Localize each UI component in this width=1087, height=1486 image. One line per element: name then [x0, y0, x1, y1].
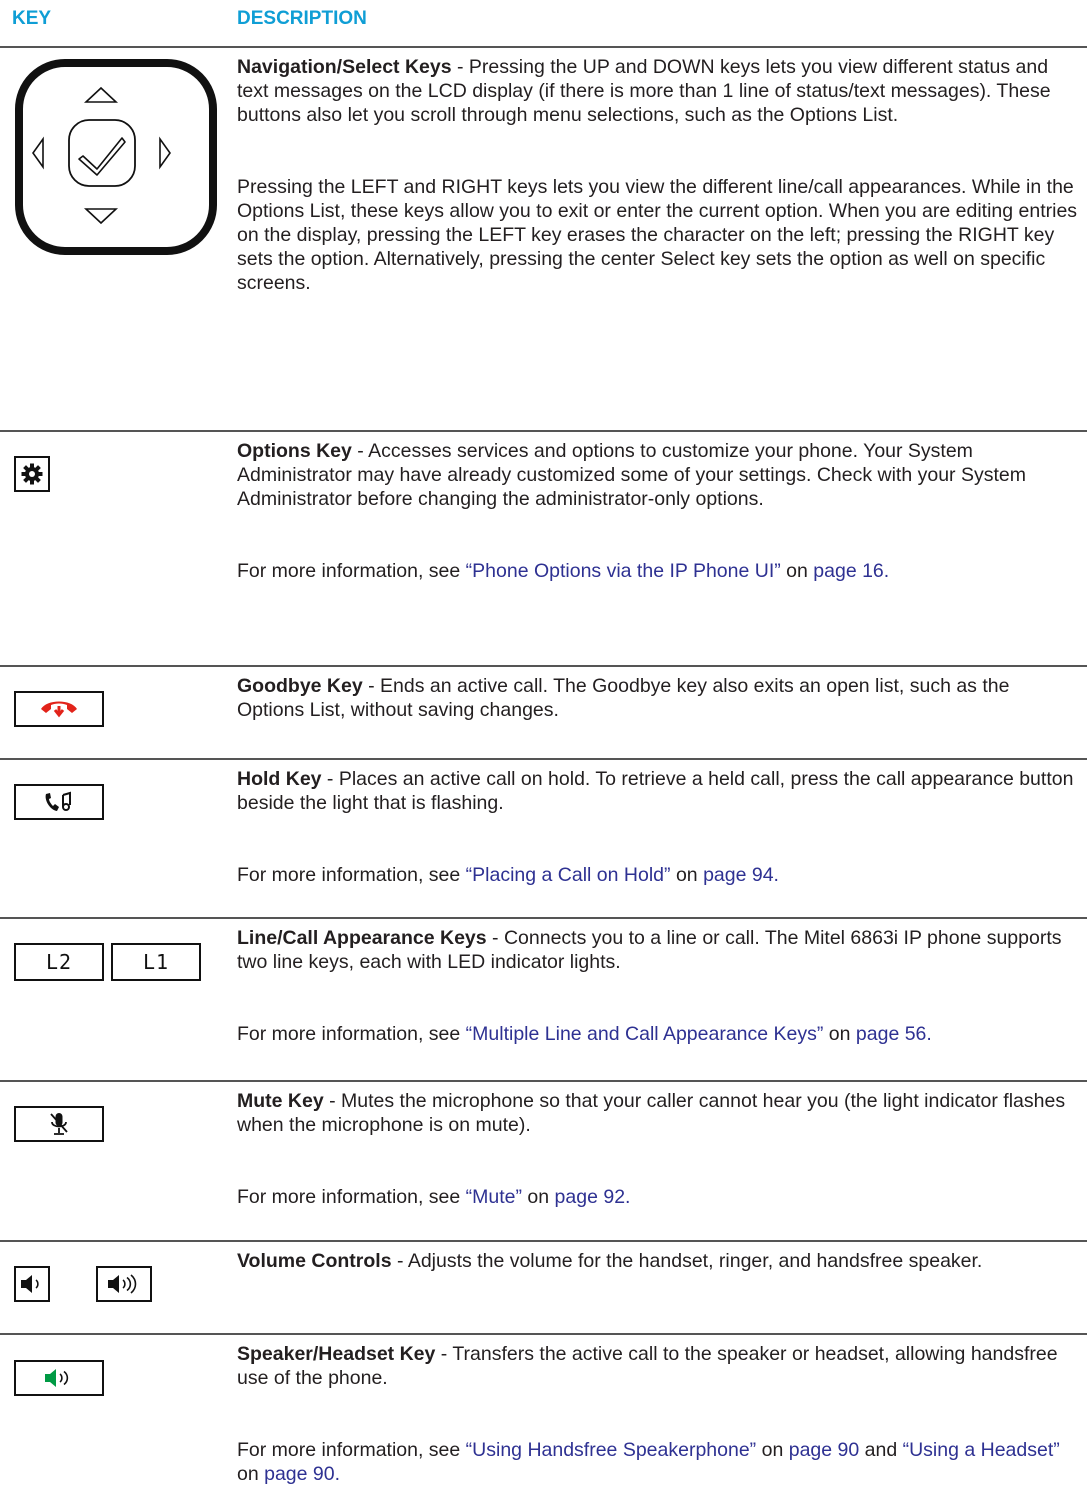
- row-title: Mute Key: [237, 1090, 324, 1112]
- table-row: Goodbye Key - Ends an active call. The G…: [0, 665, 1087, 758]
- hold-icon: [45, 791, 71, 811]
- table-row: Volume Controls - Adjusts the volume for…: [0, 1240, 1087, 1333]
- key-column-header: KEY: [12, 8, 52, 29]
- row-title: Line/Call Appearance Keys: [237, 927, 487, 949]
- volume-controls-description: Volume Controls - Adjusts the volume for…: [237, 1250, 983, 1272]
- mute-microphone-icon: [50, 1113, 68, 1135]
- page-link[interactable]: page 90: [789, 1439, 860, 1461]
- mute-key-description: Mute Key - Mutes the microphone so that …: [237, 1090, 1066, 1208]
- page-link[interactable]: page 94.: [703, 864, 779, 886]
- line-call-appearance-keys-description: Line/Call Appearance Keys - Connects you…: [237, 927, 1062, 1045]
- volume-down-key: [14, 1266, 50, 1302]
- hang-up-icon: [41, 701, 77, 718]
- page-link[interactable]: page 92.: [555, 1186, 631, 1208]
- table-header: KEY DESCRIPTION: [0, 0, 1087, 46]
- row-title: Volume Controls: [237, 1250, 392, 1272]
- mute-link[interactable]: “Mute”: [466, 1186, 522, 1208]
- line-key-l1: L1: [111, 943, 201, 981]
- row-title: Hold Key: [237, 768, 322, 790]
- table-row: Hold Key - Places an active call on hold…: [0, 758, 1087, 917]
- placing-call-on-hold-link[interactable]: “Placing a Call on Hold”: [466, 864, 671, 886]
- volume-icon: [0, 1242, 225, 1333]
- volume-down-icon: [21, 1275, 39, 1293]
- speaker-headset-key-description: Speaker/Headset Key - Transfers the acti…: [237, 1343, 1060, 1485]
- volume-up-icon: [108, 1274, 137, 1294]
- handsfree-speakerphone-link[interactable]: “Using Handsfree Speakerphone”: [466, 1439, 757, 1461]
- line-keys-icon: L2 L1: [0, 919, 225, 1080]
- line-key-l2: L2: [14, 943, 104, 981]
- table-row: Mute Key - Mutes the microphone so that …: [0, 1080, 1087, 1240]
- phone-options-link[interactable]: “Phone Options via the IP Phone UI”: [466, 560, 781, 582]
- row-title: Goodbye Key: [237, 675, 363, 697]
- navigation-pad-icon: [15, 59, 217, 255]
- row-title: Navigation/Select Keys: [237, 56, 452, 78]
- navigation-select-keys-description: Navigation/Select Keys - Pressing the UP…: [237, 56, 1078, 294]
- hold-key-description: Hold Key - Places an active call on hold…: [237, 768, 1074, 886]
- multiple-line-keys-link[interactable]: “Multiple Line and Call Appearance Keys”: [466, 1023, 824, 1045]
- speaker-icon: [45, 1369, 69, 1387]
- page-link[interactable]: page 16.: [813, 560, 889, 582]
- page-link[interactable]: page 56.: [856, 1023, 932, 1045]
- options-key: [14, 456, 50, 492]
- table-row: Options Key - Accesses services and opti…: [0, 430, 1087, 665]
- table-row: Navigation/Select Keys - Pressing the UP…: [0, 46, 1087, 430]
- row-title: Options Key: [237, 440, 352, 462]
- goodbye-key-description: Goodbye Key - Ends an active call. The G…: [237, 675, 1010, 721]
- row-title: Speaker/Headset Key: [237, 1343, 436, 1365]
- goodbye-key: [14, 691, 104, 727]
- options-key-description: Options Key - Accesses services and opti…: [237, 440, 1026, 582]
- hold-key: [14, 784, 104, 820]
- page-link[interactable]: page 90.: [264, 1463, 340, 1485]
- speaker-headset-key: [14, 1360, 104, 1396]
- table-row: Speaker/Headset Key - Transfers the acti…: [0, 1333, 1087, 1485]
- volume-up-key: [96, 1266, 152, 1302]
- table-row: L2 L1 Line/Call Appearance Keys - Connec…: [0, 917, 1087, 1080]
- using-headset-link[interactable]: “Using a Headset”: [903, 1439, 1060, 1461]
- mute-key: [14, 1106, 104, 1142]
- description-column-header: DESCRIPTION: [237, 8, 367, 29]
- gear-icon: [21, 463, 43, 485]
